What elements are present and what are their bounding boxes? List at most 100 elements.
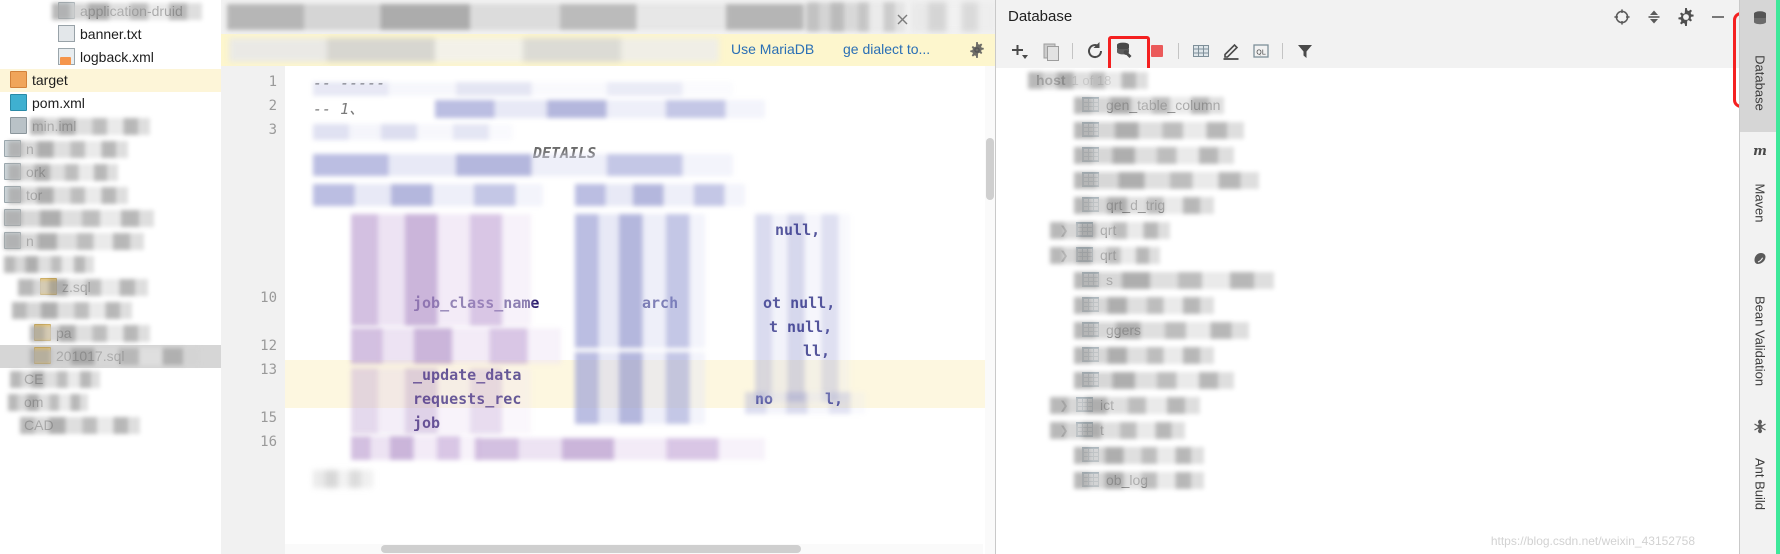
project-tree-item[interactable]: n	[0, 230, 221, 253]
chevron-right-icon[interactable]: ❯	[1058, 244, 1070, 269]
database-tree-row[interactable]: ❯ qrt	[996, 218, 1741, 243]
project-tree-item-label: banner.txt	[80, 26, 142, 42]
module-icon	[4, 140, 21, 157]
refresh-button[interactable]	[1084, 40, 1106, 62]
data-source-properties-button[interactable]	[1114, 40, 1136, 62]
database-tree-row[interactable]: ❯ t	[996, 418, 1741, 443]
project-tree-item[interactable]: pa	[0, 322, 221, 345]
project-tree-item[interactable]: om	[0, 391, 221, 414]
redaction-overlay	[1074, 322, 1249, 339]
tool-stripe-button-bean-validation[interactable]: Bean Validation	[1740, 240, 1780, 408]
database-tree-row[interactable]: host 1 of 18	[996, 68, 1741, 93]
hide-window-icon[interactable]	[1709, 8, 1727, 26]
duplicate-button[interactable]	[1040, 40, 1062, 62]
editor-horizontal-scroll-thumb[interactable]	[381, 545, 801, 553]
collapse-all-icon[interactable]	[1645, 8, 1663, 26]
editor-vertical-scrollbar[interactable]	[985, 66, 995, 554]
gear-icon[interactable]	[969, 42, 985, 58]
close-tab-icon[interactable]	[897, 13, 908, 25]
database-tree-row[interactable]	[996, 293, 1741, 318]
project-tree-item[interactable]: target	[0, 69, 221, 92]
chevron-right-icon[interactable]: ❯	[1058, 394, 1070, 419]
database-tree-row[interactable]: s	[996, 268, 1741, 293]
project-tree-item[interactable]: logback.xml	[0, 46, 221, 69]
stop-button[interactable]	[1146, 40, 1168, 62]
filter-button[interactable]	[1294, 40, 1316, 62]
tool-stripe-button-ant-build[interactable]: Ant Build	[1740, 408, 1780, 526]
code-redacted-14	[475, 438, 765, 460]
project-tree-item[interactable]: ork	[0, 161, 221, 184]
database-tree-row-count: 1 of 18	[1071, 73, 1112, 88]
line-number: 16	[260, 434, 277, 450]
database-tree-row[interactable]: qrt_d_trig	[996, 193, 1741, 218]
editor-tab-active-redacted[interactable]	[807, 2, 905, 32]
use-mariadb-link[interactable]: Use MariaDB	[731, 41, 814, 57]
gear-icon[interactable]	[1677, 8, 1695, 26]
database-tree-row[interactable]: gen_table_column	[996, 93, 1741, 118]
database-tree-row[interactable]: ob_log	[996, 468, 1741, 493]
database-tree-row[interactable]: ❯ ict	[996, 393, 1741, 418]
project-tree[interactable]: application-druid banner.txt logback.xml ta…	[0, 0, 221, 437]
project-tree-item[interactable]	[0, 253, 221, 276]
locate-icon[interactable]	[1613, 8, 1631, 26]
project-tree-item[interactable]: min.iml	[0, 115, 221, 138]
table-icon	[1082, 322, 1099, 337]
database-tree-row[interactable]	[996, 168, 1741, 193]
code-token-update-data: _update_data	[413, 366, 522, 384]
code-token-l: l,	[825, 390, 844, 408]
database-tree-row[interactable]	[996, 343, 1741, 368]
chevron-right-icon[interactable]: ❯	[1058, 419, 1070, 444]
editor-gutter[interactable]: 1 2 3 10 12 13 15 16	[221, 66, 286, 554]
database-tree-row[interactable]	[996, 118, 1741, 143]
project-tree-item-label: om	[24, 394, 44, 410]
chevron-right-icon[interactable]: ❯	[1058, 219, 1070, 244]
editor-horizontal-scrollbar[interactable]	[285, 544, 983, 554]
project-tree-item[interactable]: banner.txt	[0, 23, 221, 46]
editor-code-area[interactable]: -- ----- -- 1、 DETAILS job_class_name ar…	[285, 66, 995, 554]
blank-icon	[4, 257, 19, 272]
project-tree-item[interactable]: n	[0, 138, 221, 161]
editor-tab-extra-redacted[interactable]	[911, 2, 995, 32]
database-tree-row[interactable]	[996, 368, 1741, 393]
toolbar-separator-3	[1282, 43, 1283, 59]
add-datasource-button[interactable]	[1008, 40, 1030, 62]
project-tree-item[interactable]: CAD	[0, 414, 221, 437]
project-tree-item[interactable]: tor	[0, 184, 221, 207]
project-tree-item[interactable]: 201017.sql	[0, 345, 221, 368]
code-token-not-null-1: ot null,	[763, 294, 836, 312]
tool-stripe-button-maven[interactable]: m Maven	[1740, 132, 1780, 240]
change-dialect-link[interactable]: ge dialect to...	[843, 41, 930, 57]
open-console-button[interactable]: QL	[1250, 40, 1272, 62]
database-tree-row[interactable]	[996, 443, 1741, 468]
editor-tab-redacted[interactable]	[227, 4, 867, 30]
blank-icon	[4, 418, 19, 433]
project-tree-item-label: z.sql	[62, 279, 91, 295]
database-tree-rows[interactable]: host 1 of 18 gen_table_column qrt_d_trig ❯ qr…	[996, 68, 1741, 493]
redaction-overlay	[4, 210, 154, 227]
database-tree-row[interactable]	[996, 143, 1741, 168]
svg-text:QL: QL	[1256, 49, 1266, 57]
editor-tab-bar[interactable]	[221, 0, 995, 35]
editor-vertical-scroll-thumb[interactable]	[986, 138, 994, 200]
project-tree-item-label: n	[26, 141, 34, 157]
modify-button[interactable]	[1220, 40, 1242, 62]
project-tree-item[interactable]: CE	[0, 368, 221, 391]
project-tree-item[interactable]: pom.xml	[0, 92, 221, 115]
project-tree-item[interactable]	[0, 207, 221, 230]
database-tree-row[interactable]: ggers	[996, 318, 1741, 343]
project-tree-item[interactable]	[0, 299, 221, 322]
database-tree-row[interactable]: ❯ qrt	[996, 243, 1741, 268]
code-redacted-8	[351, 328, 561, 364]
line-number: 3	[268, 122, 277, 138]
jump-to-console-button[interactable]	[1190, 40, 1212, 62]
code-redacted-11	[575, 214, 705, 348]
tool-stripe-button-database[interactable]: Database	[1740, 0, 1780, 132]
right-tool-stripe: Database m Maven Bean Validation Ant Build	[1739, 0, 1780, 554]
database-tree[interactable]: host 1 of 18 gen_table_column qrt_d_trig ❯ qr…	[996, 68, 1741, 554]
code-redacted-2	[435, 100, 765, 118]
project-tree-item[interactable]: application-druid	[0, 0, 221, 23]
code-token-details: DETAILS	[533, 144, 597, 162]
module-icon	[4, 232, 21, 249]
project-tree-item[interactable]: z.sql	[0, 276, 221, 299]
maven-m-icon: m	[1752, 142, 1769, 159]
